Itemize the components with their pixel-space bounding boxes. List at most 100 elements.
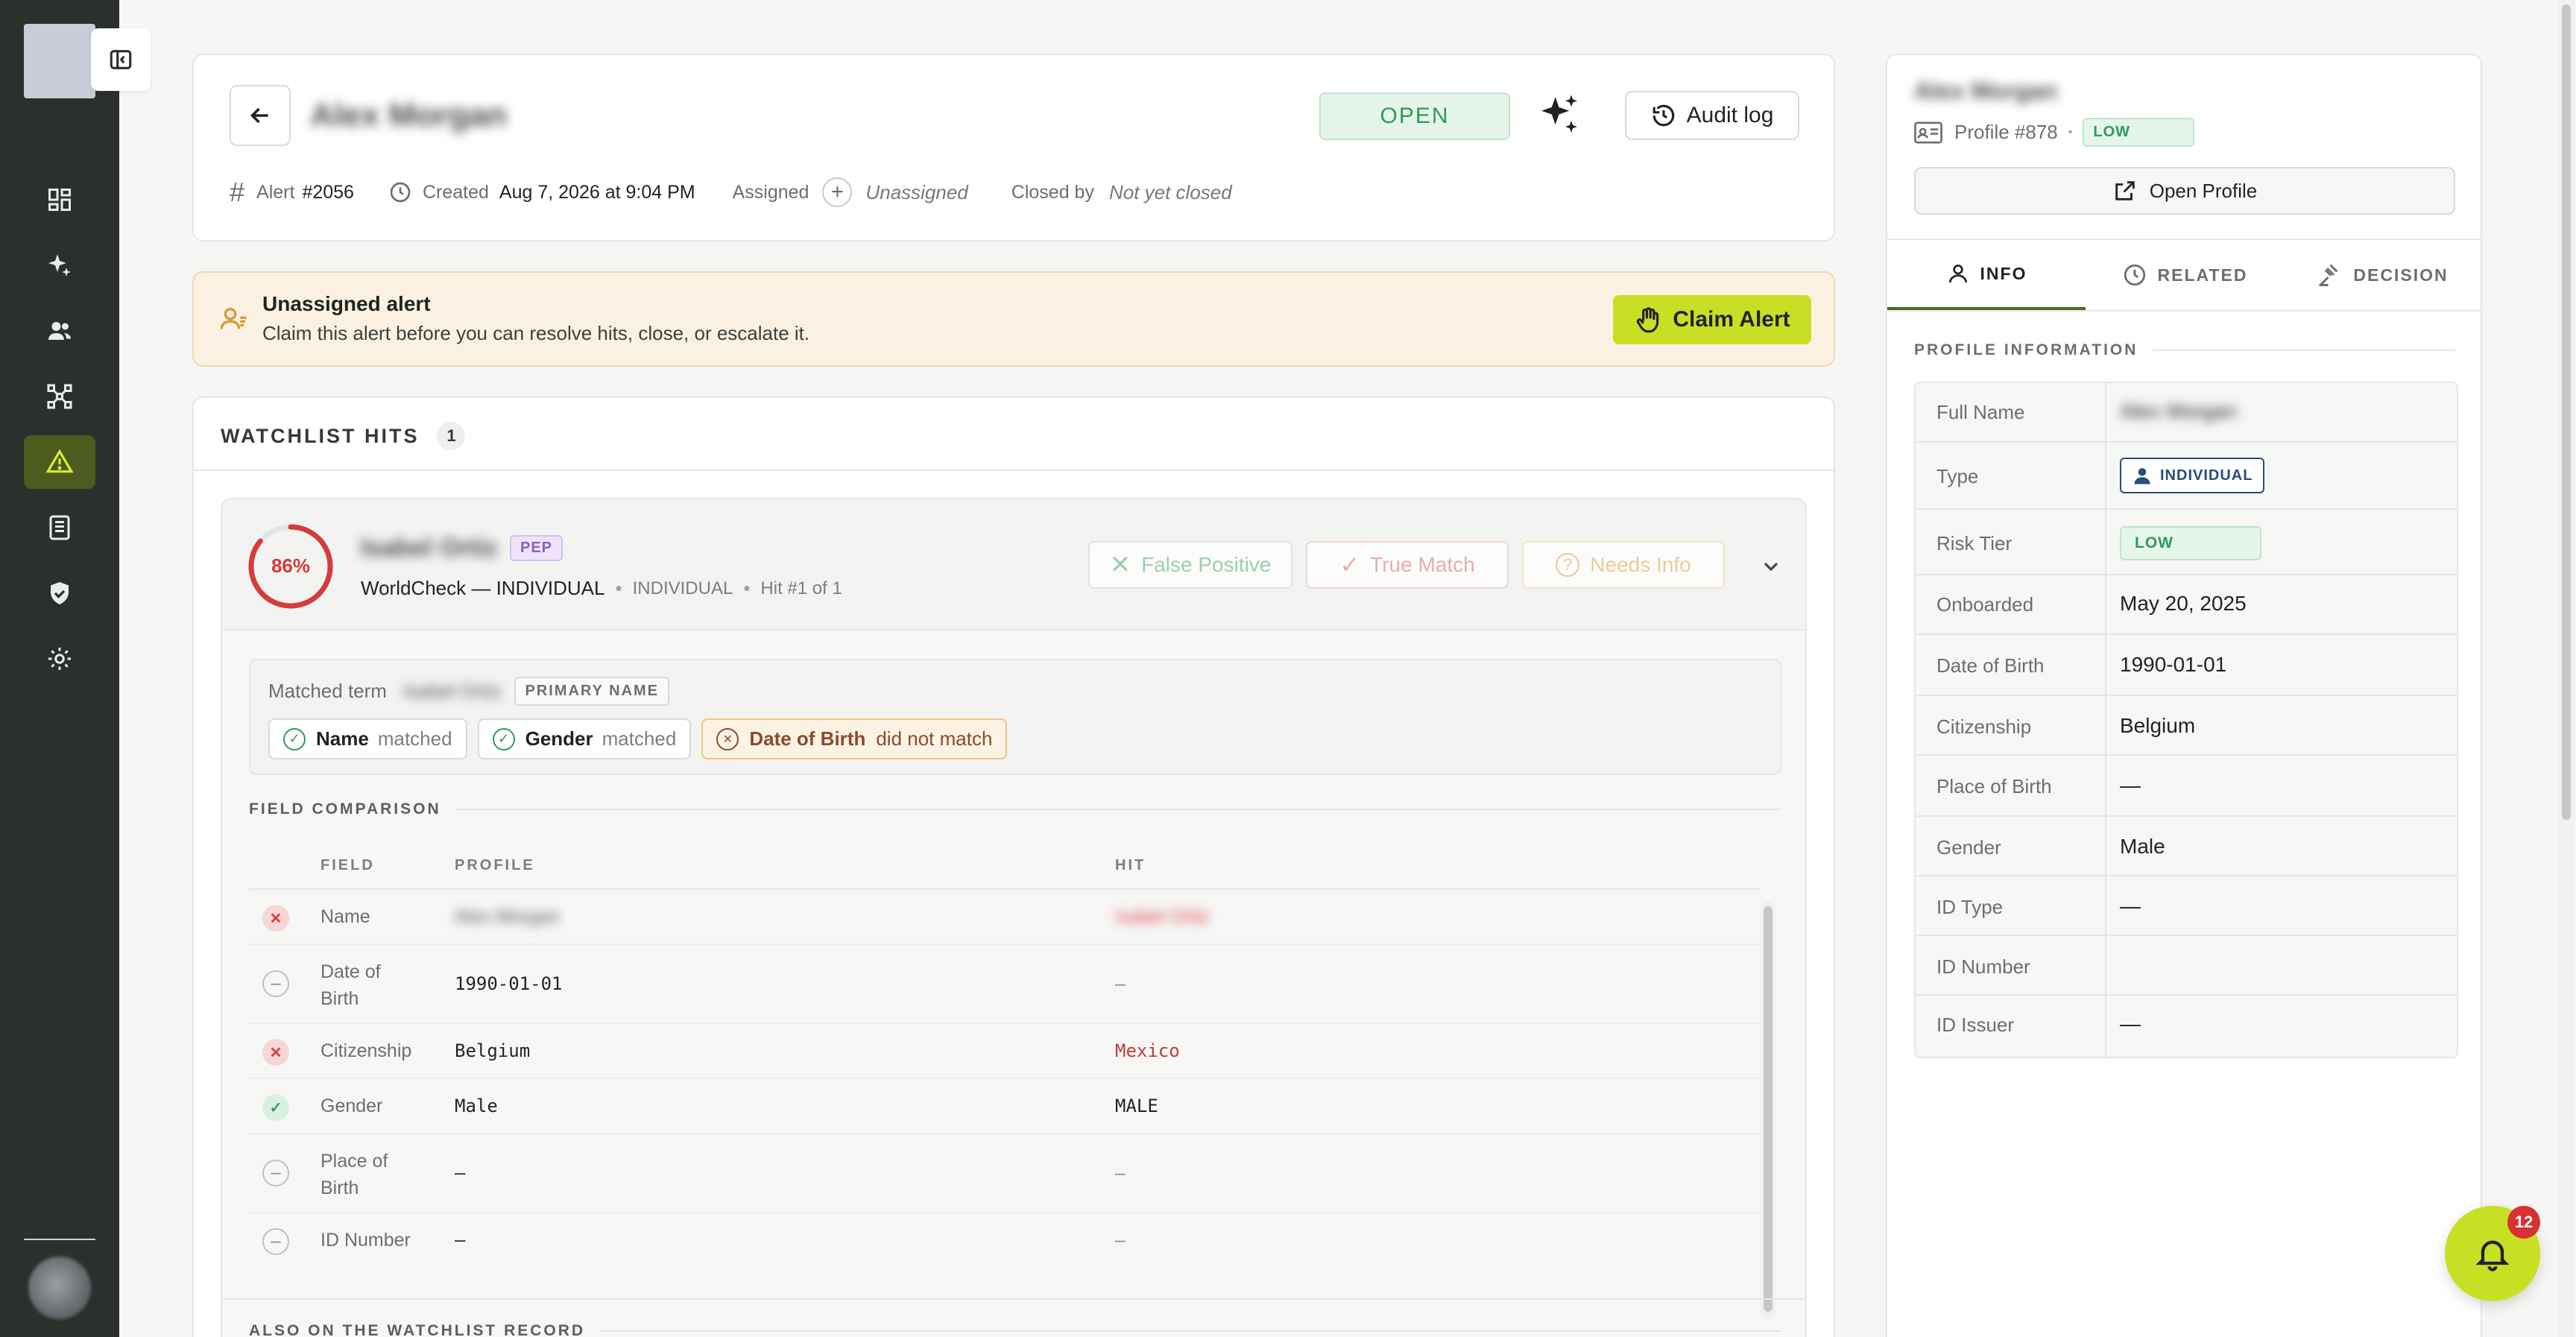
profile-field-row: Type INDIVIDUAL: [1916, 443, 2457, 510]
status-badge: OPEN: [1319, 92, 1510, 140]
tab-info[interactable]: INFO: [1887, 240, 2086, 310]
table-row: – ID Number — –: [249, 1213, 1761, 1268]
field-comparison-title: FIELD COMPARISON: [249, 800, 441, 818]
x-icon: ✕: [1109, 551, 1131, 579]
watchlist-title: WATCHLIST HITS: [221, 424, 420, 447]
alert-label: Alert: [256, 181, 295, 203]
nav-dashboard[interactable]: [24, 173, 95, 227]
check-icon: ✓: [1339, 551, 1360, 578]
field-value: Alex Morgan: [2120, 399, 2238, 423]
nav-users[interactable]: [24, 304, 95, 358]
nav-settings[interactable]: [24, 632, 95, 686]
question-icon: ?: [1556, 553, 1580, 577]
audit-log-button[interactable]: Audit log: [1625, 91, 1799, 140]
report-icon: [49, 515, 70, 540]
tab-decision[interactable]: DECISION: [2284, 240, 2481, 310]
claim-alert-button[interactable]: Claim Alert: [1613, 295, 1811, 344]
nav-ai[interactable]: [24, 238, 95, 292]
nav-network[interactable]: [24, 370, 95, 423]
tab-related[interactable]: RELATED: [2086, 240, 2284, 310]
profile-field-row: ID Number: [1916, 936, 2457, 996]
app-logo[interactable]: [24, 24, 95, 98]
false-positive-label: False Positive: [1141, 553, 1272, 576]
person-icon: [1948, 265, 1967, 283]
col-field: FIELD: [321, 857, 375, 873]
chip-field: Name: [316, 727, 369, 750]
table-scrollbar-thumb[interactable]: [1764, 906, 1772, 1312]
profile-name: Alex Morgan: [1914, 78, 2058, 104]
chevron-down-icon[interactable]: [1759, 554, 1783, 578]
match-chips: ✓ Name matched ✓ Gender matched ✕ Date o…: [268, 718, 1008, 759]
check-circle-icon: ✓: [283, 727, 306, 750]
row-field: Name: [321, 906, 370, 927]
table-row: – Date of Birth 1990-01-01 –: [249, 945, 1761, 1024]
true-match-button[interactable]: ✓ True Match: [1306, 541, 1509, 589]
table-scrollbar-track[interactable]: [1761, 902, 1775, 1319]
ai-assist-button[interactable]: [1535, 91, 1583, 142]
page-scrollbar-track[interactable]: [2558, 0, 2575, 1337]
table-row: ✕ Citizenship Belgium Mexico: [249, 1024, 1761, 1079]
nav-reports[interactable]: [24, 501, 95, 554]
audit-log-label: Audit log: [1686, 103, 1774, 127]
notifications-button[interactable]: 12: [2445, 1206, 2540, 1301]
open-profile-button[interactable]: Open Profile: [1914, 167, 2455, 215]
alert-subject-name: Alex Morgan: [310, 97, 508, 133]
table-row: ✕ Name Alex Morgan Isabel Ortiz: [249, 890, 1761, 945]
profile-field-row: Risk Tier LOW: [1916, 510, 2457, 575]
field-value: —: [2120, 774, 2141, 797]
field-label: Place of Birth: [1936, 775, 2052, 797]
field-label: Citizenship: [1936, 715, 2032, 738]
panel-toggle-icon: [110, 50, 132, 69]
type-badge: INDIVIDUAL: [2120, 458, 2265, 493]
hit-source: WorldCheck — INDIVIDUAL: [361, 577, 605, 599]
assigned-label: Assigned: [732, 181, 809, 203]
back-button[interactable]: [230, 85, 291, 146]
clock-icon: [2124, 264, 2145, 286]
person-icon: [2134, 468, 2150, 484]
chip-field: Date of Birth: [749, 727, 866, 750]
needs-info-button[interactable]: ? Needs Info: [1522, 541, 1725, 589]
x-circle-icon: ✕: [262, 905, 289, 932]
field-label: ID Number: [1936, 955, 2030, 978]
hit-header[interactable]: 86% Isabel Ortiz PEP WorldCheck — INDIVI…: [222, 499, 1805, 630]
field-value: Male: [2120, 835, 2165, 858]
also-on-record-header: ALSO ON THE WATCHLIST RECORD: [249, 1322, 1781, 1337]
tab-related-label: RELATED: [2157, 265, 2248, 285]
nav-compliance[interactable]: [24, 566, 95, 620]
id-card-icon: [1914, 121, 1942, 143]
chip-dob-not-matched: ✕ Date of Birth did not match: [701, 718, 1008, 759]
profile-field-row: ID Issuer —: [1916, 996, 2457, 1057]
chip-status: did not match: [876, 727, 993, 750]
row-hit: Mexico: [1115, 1040, 1180, 1061]
alert-id: #2056: [302, 181, 354, 203]
row-profile: Alex Morgan: [455, 906, 560, 927]
matched-term-value: Isabel Ortiz: [402, 680, 502, 702]
field-label: Risk Tier: [1936, 532, 2012, 554]
row-hit: Isabel Ortiz: [1115, 906, 1210, 927]
banner-subtitle: Claim this alert before you can resolve …: [262, 322, 810, 344]
settings-icon: [48, 648, 71, 670]
row-profile: 1990-01-01: [455, 973, 563, 994]
profile-tabs: INFO RELATED DECISION: [1887, 240, 2481, 312]
nav-alerts[interactable]: [24, 435, 95, 489]
alert-meta-row: # Alert #2056 Created Aug 7, 2026 at 9:0…: [230, 177, 1232, 207]
watchlist-header: WATCHLIST HITS 1: [221, 422, 466, 450]
risk-badge: LOW: [2083, 118, 2195, 147]
matched-term-box: Matched term Isabel Ortiz PRIMARY NAME ✓…: [249, 659, 1781, 775]
page-scrollbar-thumb[interactable]: [2562, 4, 2571, 820]
assigned-value[interactable]: Unassigned: [865, 181, 967, 204]
field-label: ID Issuer: [1936, 1014, 2015, 1036]
false-positive-button[interactable]: ✕ False Positive: [1088, 541, 1292, 589]
user-avatar[interactable]: [28, 1257, 91, 1319]
check-circle-icon: ✓: [262, 1094, 289, 1121]
tab-info-label: INFO: [1980, 263, 2027, 283]
profile-panel: Alex Morgan Profile #878 • LOW Open Prof…: [1886, 54, 2482, 1337]
row-field: Place of Birth: [321, 1151, 388, 1198]
hit-position: Hit #1 of 1: [760, 578, 842, 598]
chip-name-matched: ✓ Name matched: [268, 718, 467, 759]
assign-plus-icon[interactable]: +: [822, 177, 853, 207]
sidebar-toggle-button[interactable]: [91, 28, 151, 91]
watchlist-card: WATCHLIST HITS 1 86% Isabel Ortiz PEP Wo…: [192, 396, 1835, 1337]
sparkles-icon: [1541, 95, 1577, 133]
hit-source-row: WorldCheck — INDIVIDUAL • INDIVIDUAL • H…: [361, 577, 842, 599]
